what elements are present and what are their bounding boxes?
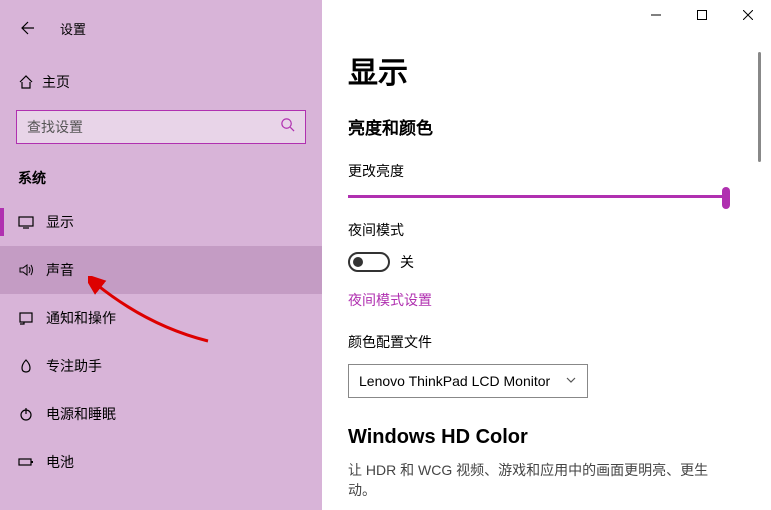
nav-notifications[interactable]: 通知和操作 (0, 294, 322, 342)
maximize-icon (697, 10, 707, 20)
section-label: 系统 (18, 168, 304, 188)
nav-item-label: 专注助手 (46, 356, 102, 376)
display-icon (18, 214, 46, 230)
slider-track (348, 195, 728, 198)
night-mode-toggle[interactable] (348, 252, 390, 272)
sound-icon (18, 262, 46, 278)
sidebar: 设置 主页 系统 显示 声音 (0, 0, 322, 510)
close-icon (743, 10, 753, 20)
minimize-icon (651, 10, 661, 20)
nav-display[interactable]: 显示 (0, 198, 322, 246)
night-mode-state: 关 (400, 252, 414, 272)
search-box[interactable] (16, 110, 306, 144)
home-label: 主页 (42, 72, 70, 92)
hd-color-heading: Windows HD Color (348, 426, 771, 449)
chevron-down-icon (565, 373, 577, 389)
night-mode-settings-link[interactable]: 夜间模式设置 (348, 290, 771, 310)
back-button[interactable] (12, 12, 44, 44)
brightness-slider[interactable] (348, 195, 728, 198)
slider-thumb[interactable] (722, 187, 730, 209)
nav-battery[interactable]: 电池 (0, 438, 322, 486)
minimize-button[interactable] (633, 0, 679, 30)
focus-icon (18, 358, 46, 374)
night-mode-label: 夜间模式 (348, 220, 771, 240)
color-profile-label: 颜色配置文件 (348, 332, 771, 352)
titlebar-left: 设置 (0, 12, 322, 44)
nav-item-label: 声音 (46, 260, 74, 280)
toggle-dot (353, 257, 363, 267)
window-controls (633, 0, 771, 30)
battery-icon (18, 454, 46, 470)
main-content: 显示 亮度和颜色 更改亮度 夜间模式 关 夜间模式设置 颜色配置文件 Lenov… (322, 0, 771, 510)
page-title: 显示 (348, 48, 771, 92)
home-nav[interactable]: 主页 (0, 62, 322, 102)
nav-item-label: 电源和睡眠 (46, 404, 116, 424)
home-icon (18, 74, 42, 90)
close-button[interactable] (725, 0, 771, 30)
nav-item-label: 显示 (46, 212, 74, 232)
nav-item-label: 电池 (46, 452, 74, 472)
search-icon (280, 117, 295, 137)
app-title: 设置 (60, 19, 86, 38)
back-arrow-icon (20, 20, 36, 36)
color-profile-select[interactable]: Lenovo ThinkPad LCD Monitor (348, 364, 588, 398)
notification-icon (18, 310, 46, 326)
brightness-label: 更改亮度 (348, 161, 771, 181)
search-input[interactable] (27, 119, 267, 135)
color-profile-value: Lenovo ThinkPad LCD Monitor (359, 373, 550, 389)
nav-power[interactable]: 电源和睡眠 (0, 390, 322, 438)
hd-color-description: 让 HDR 和 WCG 视频、游戏和应用中的画面更明亮、更生动。 (348, 461, 728, 500)
power-icon (18, 406, 46, 422)
maximize-button[interactable] (679, 0, 725, 30)
nav-sound[interactable]: 声音 (0, 246, 322, 294)
brightness-section-heading: 亮度和颜色 (348, 114, 771, 139)
nav-item-label: 通知和操作 (46, 308, 116, 328)
scrollbar[interactable] (758, 52, 761, 162)
nav-focus[interactable]: 专注助手 (0, 342, 322, 390)
